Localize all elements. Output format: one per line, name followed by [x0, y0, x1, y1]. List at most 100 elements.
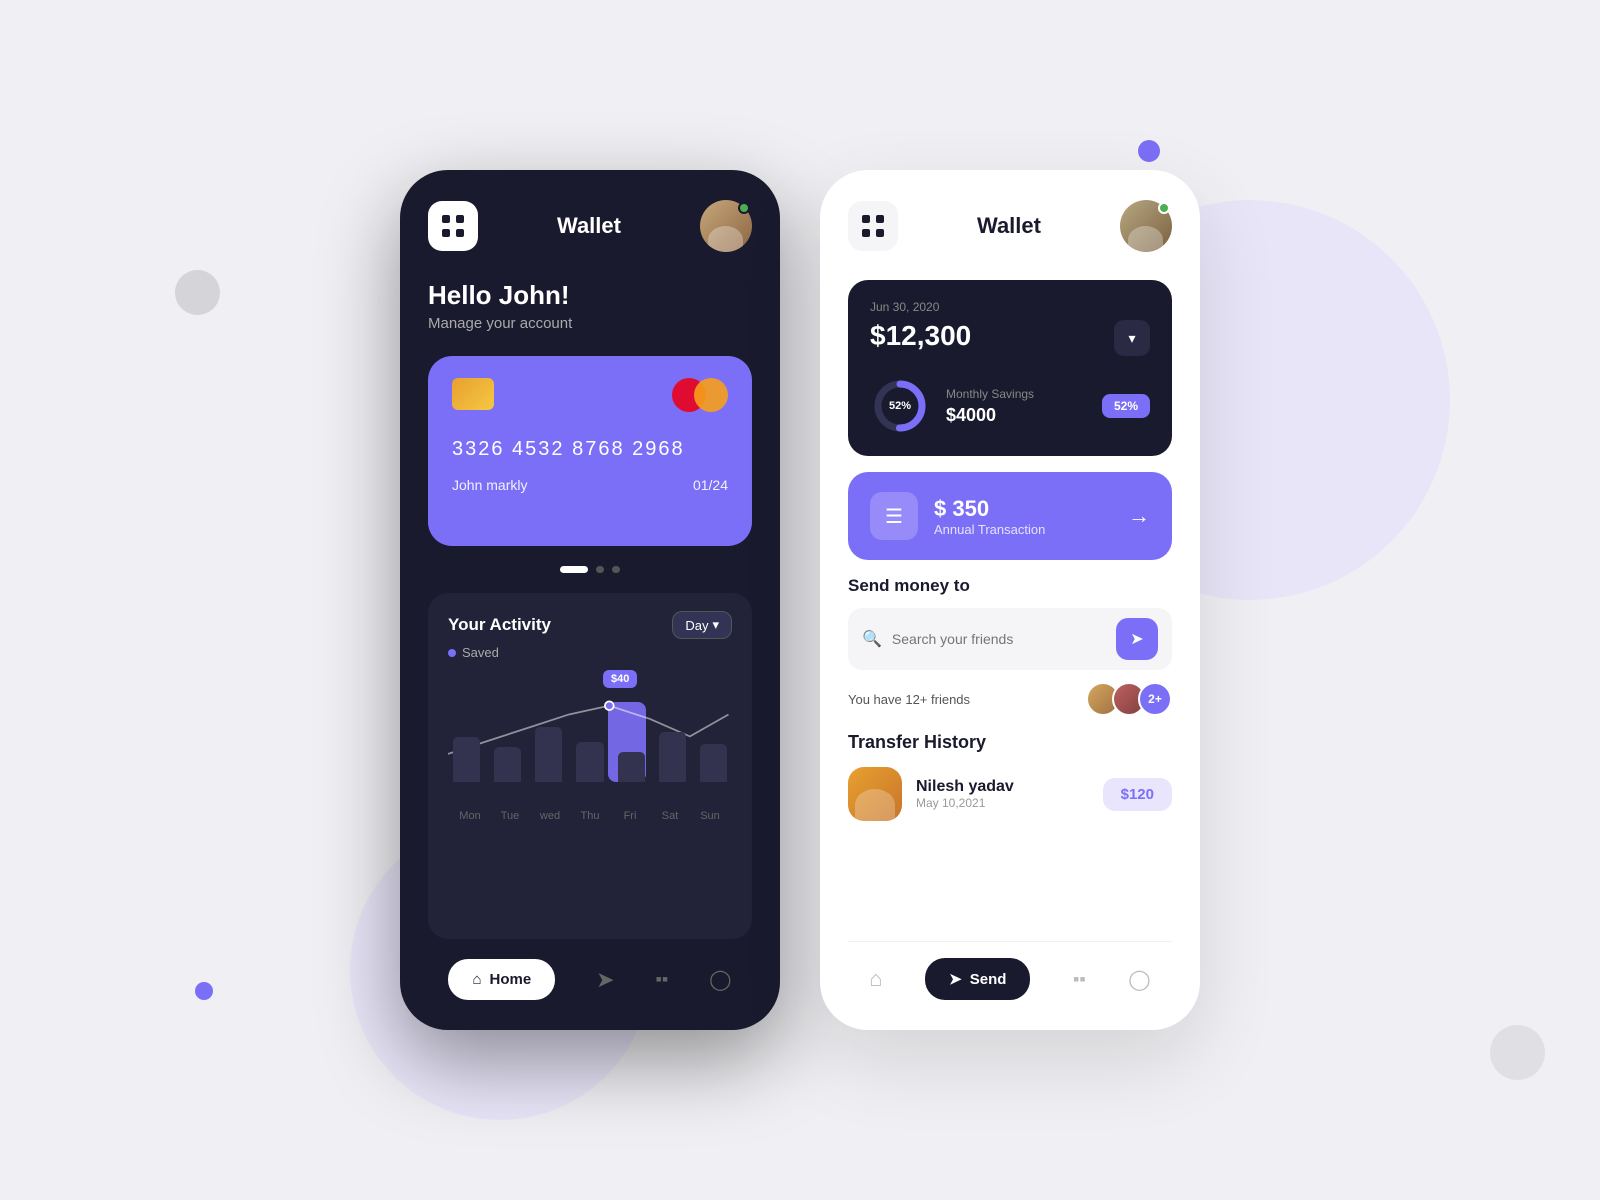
transaction-info: $ 350 Annual Transaction	[934, 496, 1112, 537]
send-money-section: Send money to 🔍 ➤ You have 12+ friends 2…	[848, 576, 1172, 716]
transfer-amount-badge: $120	[1103, 778, 1172, 811]
grid-menu-button[interactable]	[428, 201, 478, 251]
dot-decoration-gray-left	[175, 270, 220, 315]
transaction-amount: $ 350	[934, 496, 1112, 522]
balance-dropdown-arrow: ▾	[1128, 330, 1135, 347]
light-phone-title: Wallet	[977, 213, 1041, 239]
transaction-icon-box: ☰	[870, 492, 918, 540]
wave-dot	[605, 701, 614, 710]
send-nav-button[interactable]: ➤ Send	[925, 958, 1030, 1000]
saved-text: Saved	[462, 645, 499, 660]
card-expiry: 01/24	[693, 477, 728, 493]
dark-phone-title: Wallet	[557, 213, 621, 239]
transfer-person-info: Nilesh yadav May 10,2021	[916, 778, 1089, 810]
card-holder-name: John markly	[452, 477, 527, 493]
card-chip-icon	[452, 378, 494, 410]
wallet-nav-icon[interactable]: ▪▪	[655, 969, 668, 990]
saved-label: Saved	[448, 645, 732, 660]
phones-container: Wallet Hello John! Manage your account 3…	[400, 170, 1200, 1030]
day-wed: wed	[530, 810, 570, 822]
card-dots-indicator	[428, 566, 752, 573]
subtitle-text: Manage your account	[428, 315, 752, 332]
transaction-card[interactable]: ☰ $ 350 Annual Transaction →	[848, 472, 1172, 560]
search-friends-input[interactable]	[892, 631, 1106, 647]
greeting-text: Hello John!	[428, 280, 752, 311]
balance-card[interactable]: Jun 30, 2020 $12,300 ▾ 52% Monthly Savi	[848, 280, 1172, 456]
bar-sun	[700, 744, 727, 782]
light-profile-nav-icon[interactable]: ◯	[1128, 967, 1150, 992]
friends-more-count: 2+	[1138, 682, 1172, 716]
mastercard-logo	[672, 378, 728, 412]
send-btn-label: Send	[970, 971, 1007, 988]
activity-section: Your Activity Day ▾ Saved $40	[428, 593, 752, 939]
light-phone: Wallet Jun 30, 2020 $12,300 ▾	[820, 170, 1200, 1030]
mc-circle-orange	[694, 378, 728, 412]
send-money-title: Send money to	[848, 576, 1172, 596]
profile-nav-icon[interactable]: ◯	[709, 967, 731, 992]
day-sat: Sat	[650, 810, 690, 822]
light-bottom-nav: ⌂ ➤ Send ▪▪ ◯	[848, 941, 1172, 1000]
day-mon: Mon	[450, 810, 490, 822]
transfer-person-name: Nilesh yadav	[916, 778, 1089, 796]
day-thu: Thu	[570, 810, 610, 822]
donut-percent-label: 52%	[889, 400, 911, 412]
light-grid-menu-button[interactable]	[848, 201, 898, 251]
card-footer: John markly 01/24	[452, 477, 728, 493]
bar-sat	[659, 732, 686, 782]
friends-row: You have 12+ friends 2+	[848, 682, 1172, 716]
transfer-person-avatar	[848, 767, 902, 821]
donut-chart: 52%	[870, 376, 930, 436]
light-online-indicator	[1158, 202, 1170, 214]
activity-header: Your Activity Day ▾	[448, 611, 732, 639]
day-dropdown-label: Day	[685, 618, 708, 633]
balance-header: $12,300 ▾	[870, 320, 1150, 356]
home-label: Home	[490, 971, 532, 988]
balance-date: Jun 30, 2020	[870, 300, 1150, 314]
savings-amount: $4000	[946, 405, 1086, 426]
transfer-item: Nilesh yadav May 10,2021 $120	[848, 767, 1172, 821]
dot-1-active	[560, 566, 588, 573]
credit-card[interactable]: 3326 4532 8768 2968 John markly 01/24	[428, 356, 752, 546]
savings-info: Monthly Savings $4000	[946, 387, 1086, 426]
activity-chart: $40	[448, 672, 732, 802]
send-btn-icon: ➤	[949, 970, 962, 988]
send-search-button[interactable]: ➤	[1116, 618, 1158, 660]
home-nav-button[interactable]: ⌂ Home	[448, 959, 555, 1000]
dot-decoration-bottom-left	[195, 982, 213, 1000]
light-avatar-container[interactable]	[1120, 200, 1172, 252]
transfer-history-title: Transfer History	[848, 732, 1172, 753]
transfer-history-section: Transfer History Nilesh yadav May 10,202…	[848, 732, 1172, 941]
progress-row: 52% Monthly Savings $4000 52%	[870, 376, 1150, 436]
dark-bottom-nav: ⌂ Home ➤ ▪▪ ◯	[428, 939, 752, 1000]
dot-decoration-gray-right	[1490, 1025, 1545, 1080]
dark-phone: Wallet Hello John! Manage your account 3…	[400, 170, 780, 1030]
light-home-nav-icon[interactable]: ⌂	[869, 966, 882, 992]
balance-dropdown-button[interactable]: ▾	[1114, 320, 1150, 356]
home-icon: ⌂	[472, 971, 481, 988]
light-phone-header: Wallet	[848, 200, 1172, 252]
transaction-label: Annual Transaction	[934, 522, 1112, 537]
dropdown-arrow-icon: ▾	[712, 617, 719, 633]
friends-count-text: You have 12+ friends	[848, 692, 970, 707]
friends-avatars: 2+	[1086, 682, 1172, 716]
transfer-avatar-body	[855, 789, 895, 821]
avatar-body-shape	[708, 226, 743, 252]
light-grid-icon	[862, 215, 884, 237]
greeting-section: Hello John! Manage your account	[428, 280, 752, 332]
send-nav-icon[interactable]: ➤	[596, 967, 614, 993]
dot-decoration-top-right	[1138, 140, 1160, 162]
dark-avatar-container[interactable]	[700, 200, 752, 252]
card-number: 3326 4532 8768 2968	[452, 438, 728, 461]
light-wallet-nav-icon[interactable]: ▪▪	[1073, 969, 1086, 990]
transfer-date: May 10,2021	[916, 796, 1089, 810]
day-dropdown[interactable]: Day ▾	[672, 611, 732, 639]
savings-badge: 52%	[1102, 394, 1150, 418]
chart-days-row: Mon Tue wed Thu Fri Sat Sun	[448, 810, 732, 822]
dark-phone-header: Wallet	[428, 200, 752, 252]
day-sun: Sun	[690, 810, 730, 822]
chart-bars	[448, 727, 732, 782]
balance-amount: $12,300	[870, 320, 971, 352]
saved-dot-icon	[448, 649, 456, 657]
grid-icon	[442, 215, 464, 237]
transaction-arrow-icon: →	[1128, 503, 1150, 529]
